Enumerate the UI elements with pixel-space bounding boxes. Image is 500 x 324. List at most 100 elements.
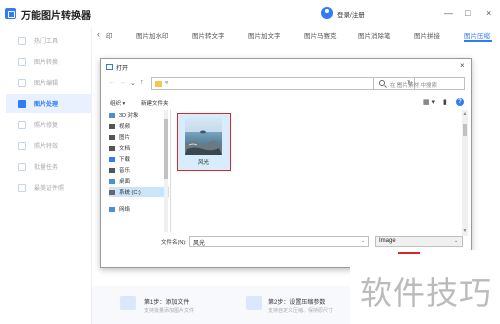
sidebar-item-batch-task[interactable]: 批量任务: [6, 157, 92, 176]
sidebar-item-label: 照片特效: [34, 144, 59, 150]
nav-item-videos[interactable]: 视频: [109, 121, 169, 131]
filename-label: 文件名(N):: [161, 240, 187, 246]
video-icon: [109, 123, 115, 129]
dialog-title: 打开: [116, 66, 129, 72]
nav-pane-scrollbar[interactable]: [164, 110, 168, 232]
nav-item-label: 系统 (C:): [119, 190, 141, 196]
recent-dropdown-icon[interactable]: ⌄: [130, 79, 136, 87]
filetype-dropdown-icon[interactable]: ⌄: [454, 238, 458, 244]
nav-item-label: 下载: [119, 157, 131, 163]
preview-pane-icon[interactable]: ▮: [443, 98, 447, 106]
minimize-button[interactable]: —: [444, 8, 453, 18]
dialog-close-button[interactable]: ×: [460, 61, 465, 70]
app-window: 万能图片转换器 登录/注册 — □ × 热门工具 图片转换 图片编辑 图片处理 …: [0, 0, 500, 324]
nav-item-system-drive[interactable]: 系统 (C:): [109, 187, 169, 197]
nav-item-label: 桌面: [119, 179, 131, 185]
maximize-button[interactable]: □: [465, 8, 470, 18]
scroll-down-icon[interactable]: ▼: [462, 228, 468, 234]
step-1-desc: 支持批量添加图片文件: [144, 308, 195, 314]
file-pane-scrollbar[interactable]: ▲ ▼: [462, 110, 468, 236]
sidebar-item-label: 最美证件照: [34, 186, 65, 192]
search-input[interactable]: 在 图片素材 中搜索: [373, 77, 465, 90]
tab-image-to-text[interactable]: 图片转文字: [192, 30, 225, 40]
sidebar-item-hot-tools[interactable]: 热门工具: [6, 31, 92, 50]
red-highlight-line: [398, 252, 420, 254]
sidebar-item-label: 图片处理: [34, 102, 59, 108]
address-row: ← → ⌄ ↑ « ⌄ ↻ 在 图片素材 中搜索: [101, 77, 471, 91]
login-link[interactable]: 登录/注册: [337, 9, 365, 19]
tab-eraser[interactable]: 图片消除笔: [358, 30, 391, 40]
filename-input[interactable]: 风光: [189, 236, 369, 247]
desktop-icon: [109, 178, 115, 184]
title-bar: 万能图片转换器 登录/注册 — □ ×: [0, 0, 500, 28]
dialog-title-bar: 打开 ×: [101, 59, 471, 75]
watermark-text: 软件技巧: [360, 274, 493, 312]
nav-item-3d-objects[interactable]: 3D 对象: [109, 110, 169, 120]
forward-arrow-icon[interactable]: →: [119, 79, 126, 86]
filetype-select[interactable]: Image: [375, 236, 463, 247]
photo-repair-icon: [18, 120, 26, 129]
nav-item-downloads[interactable]: 下载: [109, 154, 169, 164]
sidebar-item-label: 图片编辑: [34, 81, 59, 87]
sidebar-item-label: 批量任务: [34, 165, 59, 171]
organize-menu[interactable]: 组织 ▾: [110, 99, 125, 107]
view-options-icon[interactable]: ▦ ▾: [423, 98, 435, 106]
nav-item-pictures[interactable]: 图片: [109, 132, 169, 142]
address-text: «: [165, 80, 169, 86]
help-icon[interactable]: ?: [456, 98, 464, 106]
sidebar-item-label: 照片修复: [34, 123, 59, 129]
sidebar-item-image-process[interactable]: 图片处理: [6, 94, 92, 113]
nav-item-network[interactable]: 网络: [109, 204, 169, 214]
hot-tools-icon: [18, 36, 26, 45]
add-file-icon: [120, 296, 136, 310]
tab-add-text[interactable]: 图片加文字: [248, 30, 281, 40]
nav-item-music[interactable]: 音乐: [109, 165, 169, 175]
photo-effects-icon: [18, 141, 26, 150]
filename-row: 文件名(N): 风光 ⌄ Image ⌄: [101, 235, 471, 249]
nav-item-documents[interactable]: 文档: [109, 143, 169, 153]
search-placeholder: 在 图片素材 中搜索: [390, 83, 438, 89]
tool-tabs: ‹ 印 图片加水印 图片转文字 图片加文字 图片马赛克 图片消除笔 图片拼接 图…: [92, 26, 500, 44]
sidebar-item-image-convert[interactable]: 图片转换: [6, 52, 92, 71]
tabs-back-arrow-icon[interactable]: ‹: [97, 29, 100, 39]
dialog-toolbar: 组织 ▾ 新建文件夹 ▦ ▾ ▮ ?: [101, 97, 471, 109]
file-name-label: 风光: [197, 160, 209, 166]
document-icon: [109, 145, 115, 151]
step-1-title: 第1步：添加文件: [144, 300, 190, 306]
nav-item-label: 视频: [119, 124, 131, 130]
nav-item-label: 图片: [119, 135, 131, 141]
filename-dropdown-icon[interactable]: ⌄: [361, 238, 365, 244]
scroll-up-icon[interactable]: ▲: [462, 111, 468, 117]
file-pane-scroll-thumb[interactable]: [463, 124, 467, 136]
settings-icon: [246, 296, 262, 310]
up-arrow-icon[interactable]: ↑: [140, 79, 144, 86]
back-arrow-icon[interactable]: ←: [108, 79, 115, 86]
folder-icon: [155, 81, 162, 87]
nav-item-desktop[interactable]: 桌面: [109, 176, 169, 186]
sidebar-item-photo-repair[interactable]: 照片修复: [6, 115, 92, 134]
download-icon: [109, 156, 115, 162]
cube-icon: [109, 112, 115, 118]
new-folder-button[interactable]: 新建文件夹: [141, 99, 169, 107]
close-window-button[interactable]: ×: [486, 8, 491, 18]
app-title: 万能图片转换器: [21, 11, 91, 22]
tab-mosaic[interactable]: 图片马赛克: [304, 30, 337, 40]
tab-partial[interactable]: 印: [106, 30, 113, 40]
step-2-desc: 支持自定义压缩、保持原尺寸: [268, 308, 334, 314]
search-icon: [379, 80, 385, 86]
sidebar-item-photo-effects[interactable]: 照片特效: [6, 136, 92, 155]
landscape-thumbnail-image: [185, 118, 222, 155]
tab-stitch[interactable]: 图片拼接: [414, 30, 440, 40]
tab-add-watermark[interactable]: 图片加水印: [136, 30, 169, 40]
tab-compress[interactable]: 图片压缩: [464, 30, 490, 40]
dialog-window-icon: [106, 64, 113, 70]
sidebar-item-image-edit[interactable]: 图片编辑: [6, 73, 92, 92]
file-item-selected[interactable]: 风光: [177, 113, 231, 171]
sidebar-item-id-photo[interactable]: 最美证件照: [6, 178, 92, 197]
nav-item-label: 文档: [119, 146, 131, 152]
nav-pane-scroll-thumb[interactable]: [164, 119, 168, 179]
nav-item-label: 3D 对象: [119, 113, 139, 119]
image-process-icon: [18, 99, 26, 108]
open-file-dialog: 打开 × ← → ⌄ ↑ « ⌄ ↻ 在 图片素材 中搜索 组织 ▾ 新建文件夹…: [100, 58, 472, 268]
user-avatar-icon[interactable]: [321, 7, 333, 19]
